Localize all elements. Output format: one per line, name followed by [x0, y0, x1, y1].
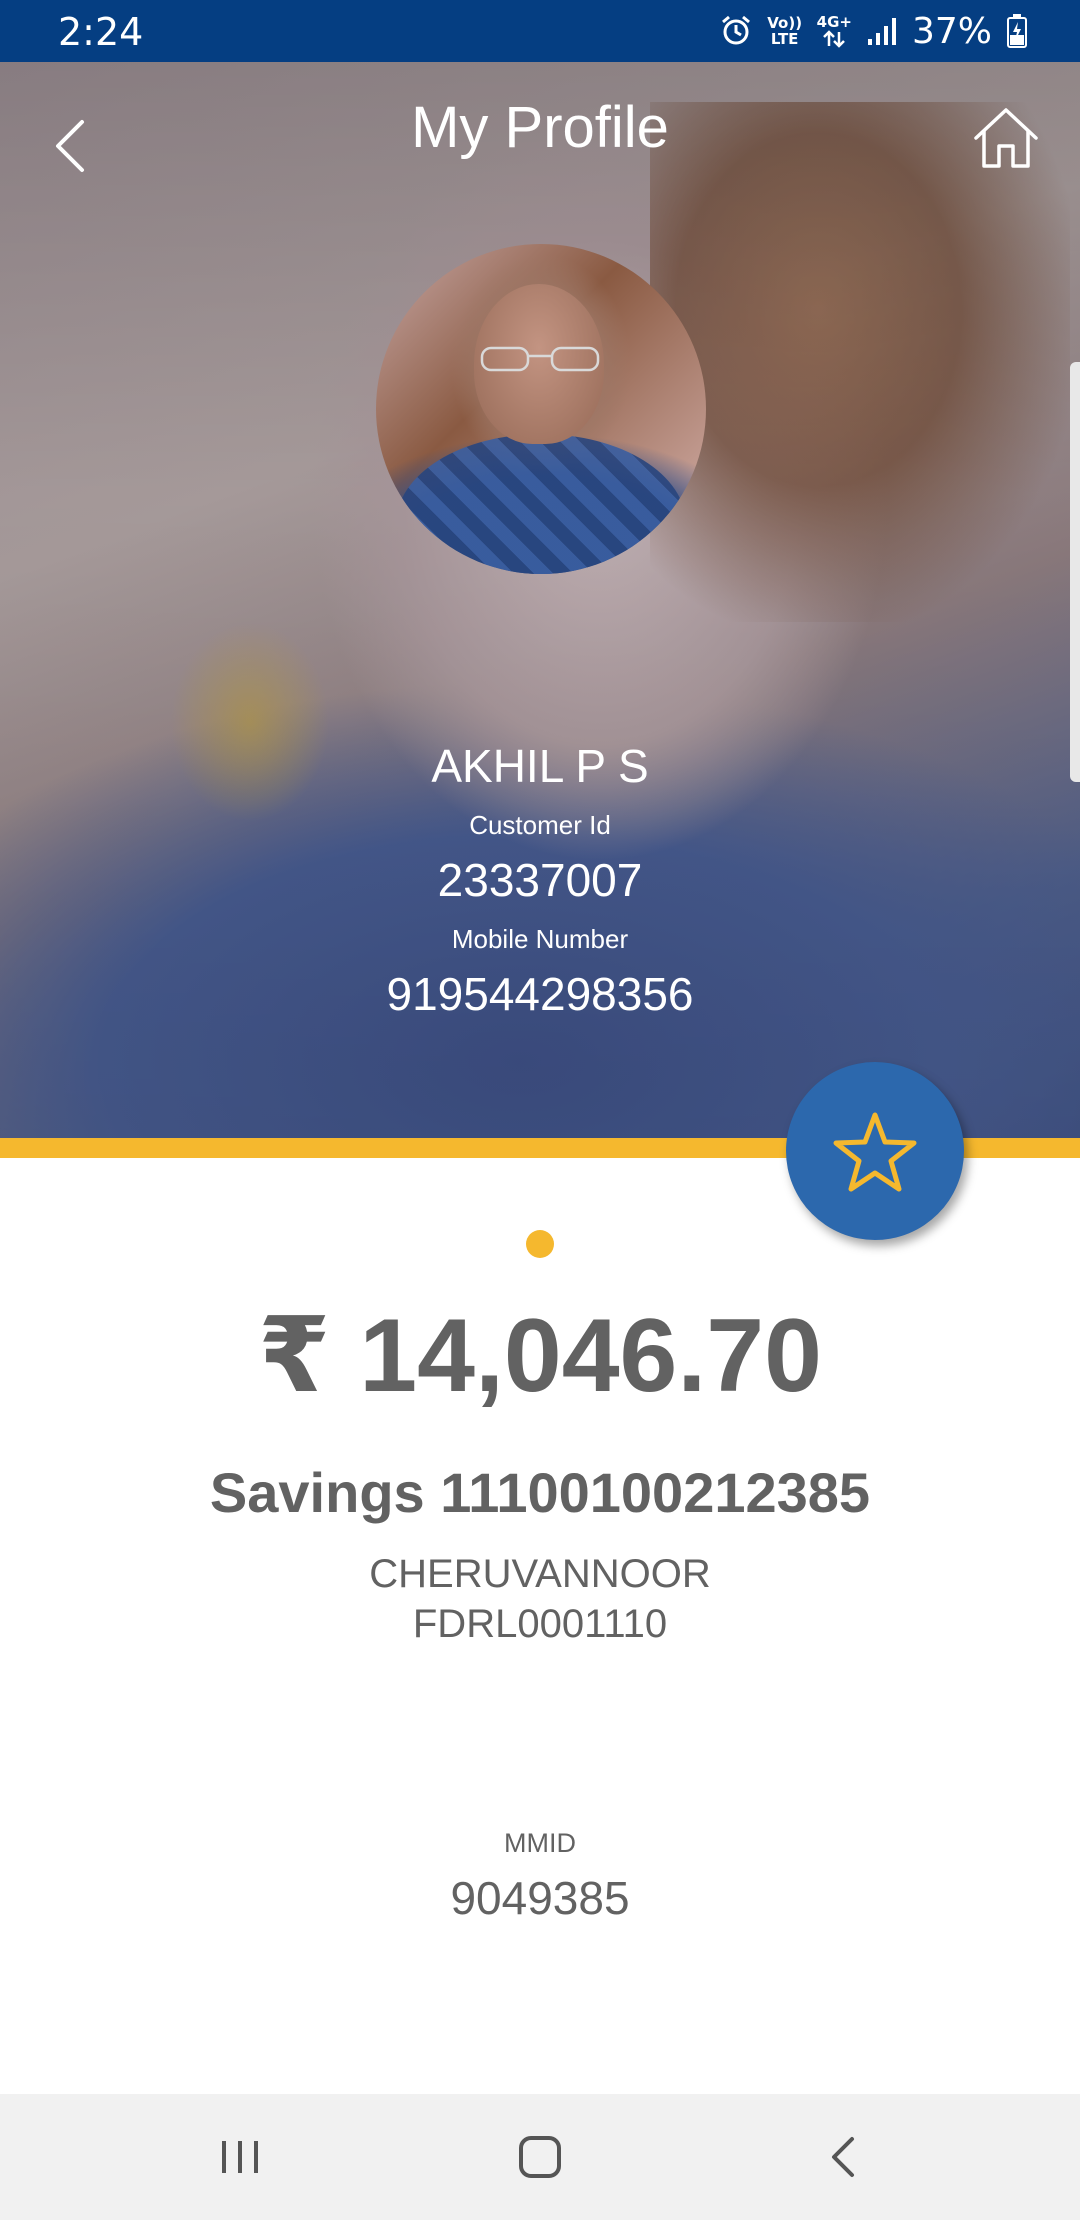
arrows-icon [823, 30, 846, 48]
star-icon [833, 1112, 917, 1192]
battery-percent: 37% [911, 10, 992, 52]
favorite-button[interactable] [786, 1062, 964, 1240]
ifsc-code: FDRL0001110 [412, 1602, 668, 1646]
mmid-label: MMID [504, 1828, 576, 1858]
mobile-number-value: 919544298356 [386, 968, 694, 1020]
battery-charging-icon [1007, 14, 1027, 48]
avatar-photo-glasses [480, 346, 600, 372]
status-bar: 2:24 Vo)) LTE 4G+ 37% [0, 0, 1080, 62]
edge-panel-handle[interactable] [1070, 362, 1080, 782]
page-indicator-dot [526, 1230, 554, 1258]
home-button[interactable] [970, 104, 1042, 174]
page-title: My Profile [411, 95, 669, 160]
recent-apps-button[interactable] [200, 2120, 280, 2194]
home-icon [974, 108, 1038, 168]
account-number: Savings 11100100212385 [209, 1461, 871, 1524]
customer-id-value: 23337007 [437, 854, 643, 906]
profile-name: AKHIL P S [431, 740, 649, 792]
system-home-button[interactable] [500, 2120, 580, 2194]
status-icons: Vo)) LTE 4G+ 37% [719, 8, 1028, 54]
mobile-number-label: Mobile Number [451, 924, 629, 954]
volte-icon: Vo)) LTE [767, 14, 803, 48]
data-arrows-icon: 4G+ [817, 14, 852, 48]
system-back-button[interactable] [804, 2120, 884, 2194]
account-balance: ₹ 14,046.70 [258, 1298, 822, 1414]
mmid-value: 9049385 [450, 1872, 630, 1924]
system-navigation-bar [0, 2094, 1080, 2220]
avatar-photo-shirt [396, 434, 686, 574]
signal-icon [867, 18, 896, 45]
back-icon [832, 2137, 854, 2177]
status-time: 2:24 [58, 10, 144, 54]
recent-apps-icon [222, 2141, 258, 2173]
profile-avatar[interactable] [376, 244, 706, 574]
customer-id-label: Customer Id [469, 810, 611, 840]
network-type: 4G+ [816, 13, 852, 31]
alarm-icon [721, 15, 750, 45]
branch-name: CHERUVANNOOR [369, 1552, 711, 1596]
home-icon [519, 2136, 561, 2178]
